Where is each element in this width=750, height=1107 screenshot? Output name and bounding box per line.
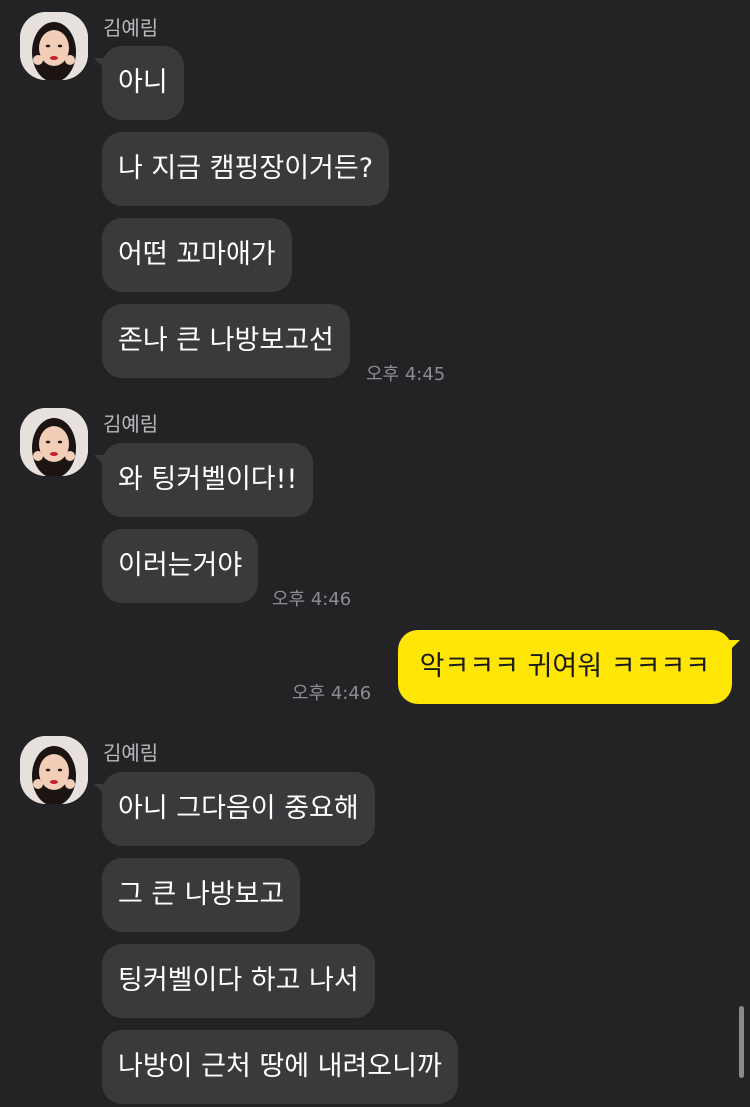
my-message-bubble[interactable]: 악ㅋㅋㅋ 귀여워 ㅋㅋㅋㅋ: [397, 630, 741, 704]
profile-photo-icon: [20, 736, 88, 804]
message-bubble[interactable]: 그 큰 나방보고: [102, 858, 301, 932]
sender-name: 김예림: [103, 412, 159, 436]
message-bubble[interactable]: 아니 그다음이 중요해: [94, 772, 375, 846]
message-bubble[interactable]: 팅커벨이다 하고 나서: [102, 944, 375, 1018]
message-timestamp: 오후 4:46: [272, 589, 352, 610]
message-timestamp: 오후 4:45: [366, 364, 446, 385]
avatar[interactable]: [20, 736, 88, 804]
message-timestamp: 오후 4:46: [292, 683, 372, 704]
profile-photo-icon: [20, 12, 88, 80]
avatar[interactable]: [20, 12, 88, 80]
sender-name: 김예림: [103, 16, 159, 40]
message-bubble[interactable]: 존나 큰 나방보고선: [102, 304, 350, 378]
message-bubble[interactable]: 이러는거야: [102, 529, 259, 603]
message-bubble[interactable]: 어떤 꼬마애가: [102, 218, 292, 292]
avatar[interactable]: [20, 408, 88, 476]
message-bubble[interactable]: 아니: [94, 46, 184, 120]
profile-photo-icon: [20, 408, 88, 476]
message-bubble[interactable]: 와 팅커벨이다!!: [93, 443, 314, 517]
scrollbar[interactable]: [739, 1006, 744, 1078]
sender-name: 김예림: [103, 741, 159, 765]
message-bubble[interactable]: 나 지금 캠핑장이거든?: [102, 132, 390, 206]
message-bubble[interactable]: 나방이 근처 땅에 내려오니까: [102, 1030, 458, 1104]
